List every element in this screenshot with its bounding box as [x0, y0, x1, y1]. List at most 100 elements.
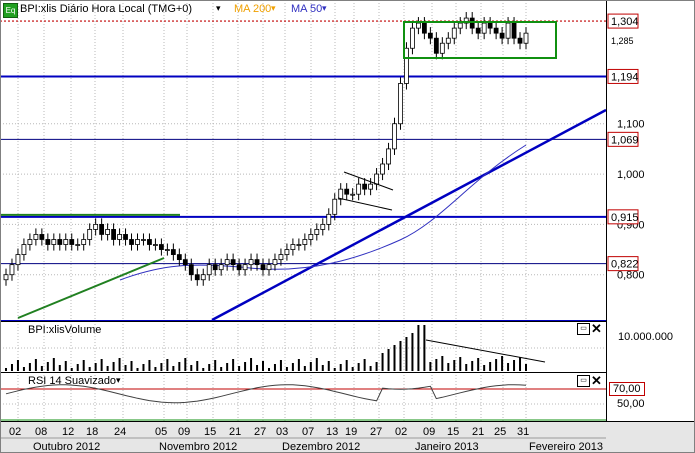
candle-body-30 [182, 259, 188, 266]
volume-maximize-icon[interactable]: ▭ [577, 323, 590, 335]
candle-body-71 [427, 32, 433, 39]
date-day-0: 02 [9, 426, 21, 438]
candle-body-83 [499, 32, 505, 39]
candle-body-62 [374, 173, 379, 185]
candle-body-23 [141, 239, 146, 241]
candle-body-76 [457, 22, 463, 29]
candle-body-10 [63, 239, 69, 245]
price-tick-1: 1,000 [617, 169, 645, 181]
candle-body-50 [302, 239, 308, 245]
candle-body-9 [57, 239, 63, 245]
date-month-0: Outubro 2012 [33, 441, 100, 453]
candle-body-58 [350, 193, 356, 196]
volume-panel-title[interactable]: BPI:xlisVolume [28, 324, 101, 336]
date-month-1: Novembro 2012 [159, 441, 237, 453]
candle-body-66 [398, 83, 403, 125]
title-dropdown-icon[interactable]: ▾ [216, 3, 221, 14]
rsi-dropdown-icon[interactable]: ▾ [116, 375, 121, 386]
candle-body-65 [392, 123, 397, 150]
date-day-18: 21 [472, 426, 484, 438]
candle-body-20 [123, 234, 128, 240]
candle-body-79 [475, 27, 481, 34]
ma200-dropdown-icon[interactable]: ▾ [271, 3, 276, 14]
date-day-2: 12 [62, 426, 74, 438]
partial-price-label: 1,285 [611, 36, 634, 46]
candle-body-49 [296, 244, 302, 246]
level-label-3: 0,915 [611, 212, 639, 224]
candle-body-13 [81, 239, 87, 245]
candle-body-41 [248, 259, 254, 266]
candle-body-48 [290, 244, 296, 250]
candle-body-55 [332, 198, 338, 215]
candle-body-38 [230, 259, 236, 266]
candle-body-85 [511, 22, 517, 39]
date-day-15: 02 [395, 426, 407, 438]
candle-body-39 [236, 264, 242, 271]
candle-body-45 [272, 259, 278, 266]
candle-body-2 [15, 254, 21, 266]
candle-body-53 [320, 223, 326, 230]
candle-body-72 [433, 37, 439, 54]
ma50-legend[interactable]: MA 50 [291, 3, 322, 15]
candle-body-4 [27, 239, 33, 245]
candle-body-17 [105, 229, 111, 235]
volume-close-icon[interactable]: ✕ [591, 321, 602, 337]
candle-body-0 [3, 274, 9, 281]
candle-body-80 [481, 22, 487, 34]
date-day-14: 27 [370, 426, 382, 438]
candle-body-21 [129, 239, 134, 245]
date-day-3: 18 [86, 426, 98, 438]
candle-body-56 [338, 188, 344, 200]
candle-body-3 [21, 244, 27, 255]
date-month-4: Fevereiro 2013 [529, 441, 603, 453]
price-tick-0: 1,100 [617, 119, 645, 131]
candle-body-31 [188, 264, 194, 276]
candle-body-16 [99, 223, 105, 235]
candle-body-87 [523, 32, 529, 44]
rsi-close-icon[interactable]: ✕ [591, 373, 602, 389]
level-label-4: 0,822 [611, 259, 639, 271]
date-month-3: Janeiro 2013 [415, 441, 479, 453]
candle-body-14 [87, 229, 93, 240]
candle-body-22 [135, 239, 140, 245]
candle-body-52 [314, 229, 320, 235]
candle-body-1 [9, 264, 15, 276]
candle-body-69 [416, 22, 421, 29]
candle-body-40 [242, 264, 248, 271]
rsi-level-70: 70,00 [609, 382, 645, 396]
candle-body-64 [386, 148, 391, 165]
candle-body-34 [206, 264, 212, 276]
candle-body-15 [93, 223, 99, 230]
ma50-dropdown-icon[interactable]: ▾ [322, 3, 327, 14]
candle-body-61 [368, 183, 373, 190]
date-day-4: 24 [114, 426, 126, 438]
candle-body-26 [159, 244, 164, 250]
candle-body-63 [380, 163, 385, 175]
rsi-panel-title[interactable]: RSI 14 Suavizado [28, 375, 116, 387]
candle-body-44 [266, 264, 272, 271]
level-label-2: 1,069 [611, 134, 639, 146]
rsi-maximize-icon[interactable]: ▭ [577, 375, 590, 387]
date-day-17: 15 [447, 426, 459, 438]
candle-body-54 [326, 213, 332, 225]
instrument-badge[interactable]: Eq [3, 3, 18, 18]
date-month-2: Dezembro 2012 [282, 441, 360, 453]
chart-title[interactable]: BPI:xlis Diário Hora Local (TMG+0) [20, 3, 192, 15]
date-day-8: 21 [229, 426, 241, 438]
candle-body-84 [505, 22, 511, 39]
candle-body-35 [212, 264, 218, 271]
candle-body-27 [164, 249, 170, 251]
date-day-12: 13 [326, 426, 338, 438]
date-day-6: 09 [178, 426, 190, 438]
chart-window: 1,100 1,000 0,900 0,800 1,304 1,194 1,069 0,915… [0, 0, 695, 453]
date-day-1: 08 [35, 426, 47, 438]
candle-body-7 [45, 239, 51, 245]
date-day-20: 31 [517, 426, 529, 438]
candle-body-60 [362, 183, 368, 190]
date-day-5: 05 [155, 426, 167, 438]
candle-body-46 [278, 254, 284, 261]
ma200-legend[interactable]: MA 200 [234, 3, 271, 15]
candle-body-12 [75, 244, 81, 246]
candle-body-74 [445, 37, 451, 44]
candle-body-73 [439, 42, 445, 54]
